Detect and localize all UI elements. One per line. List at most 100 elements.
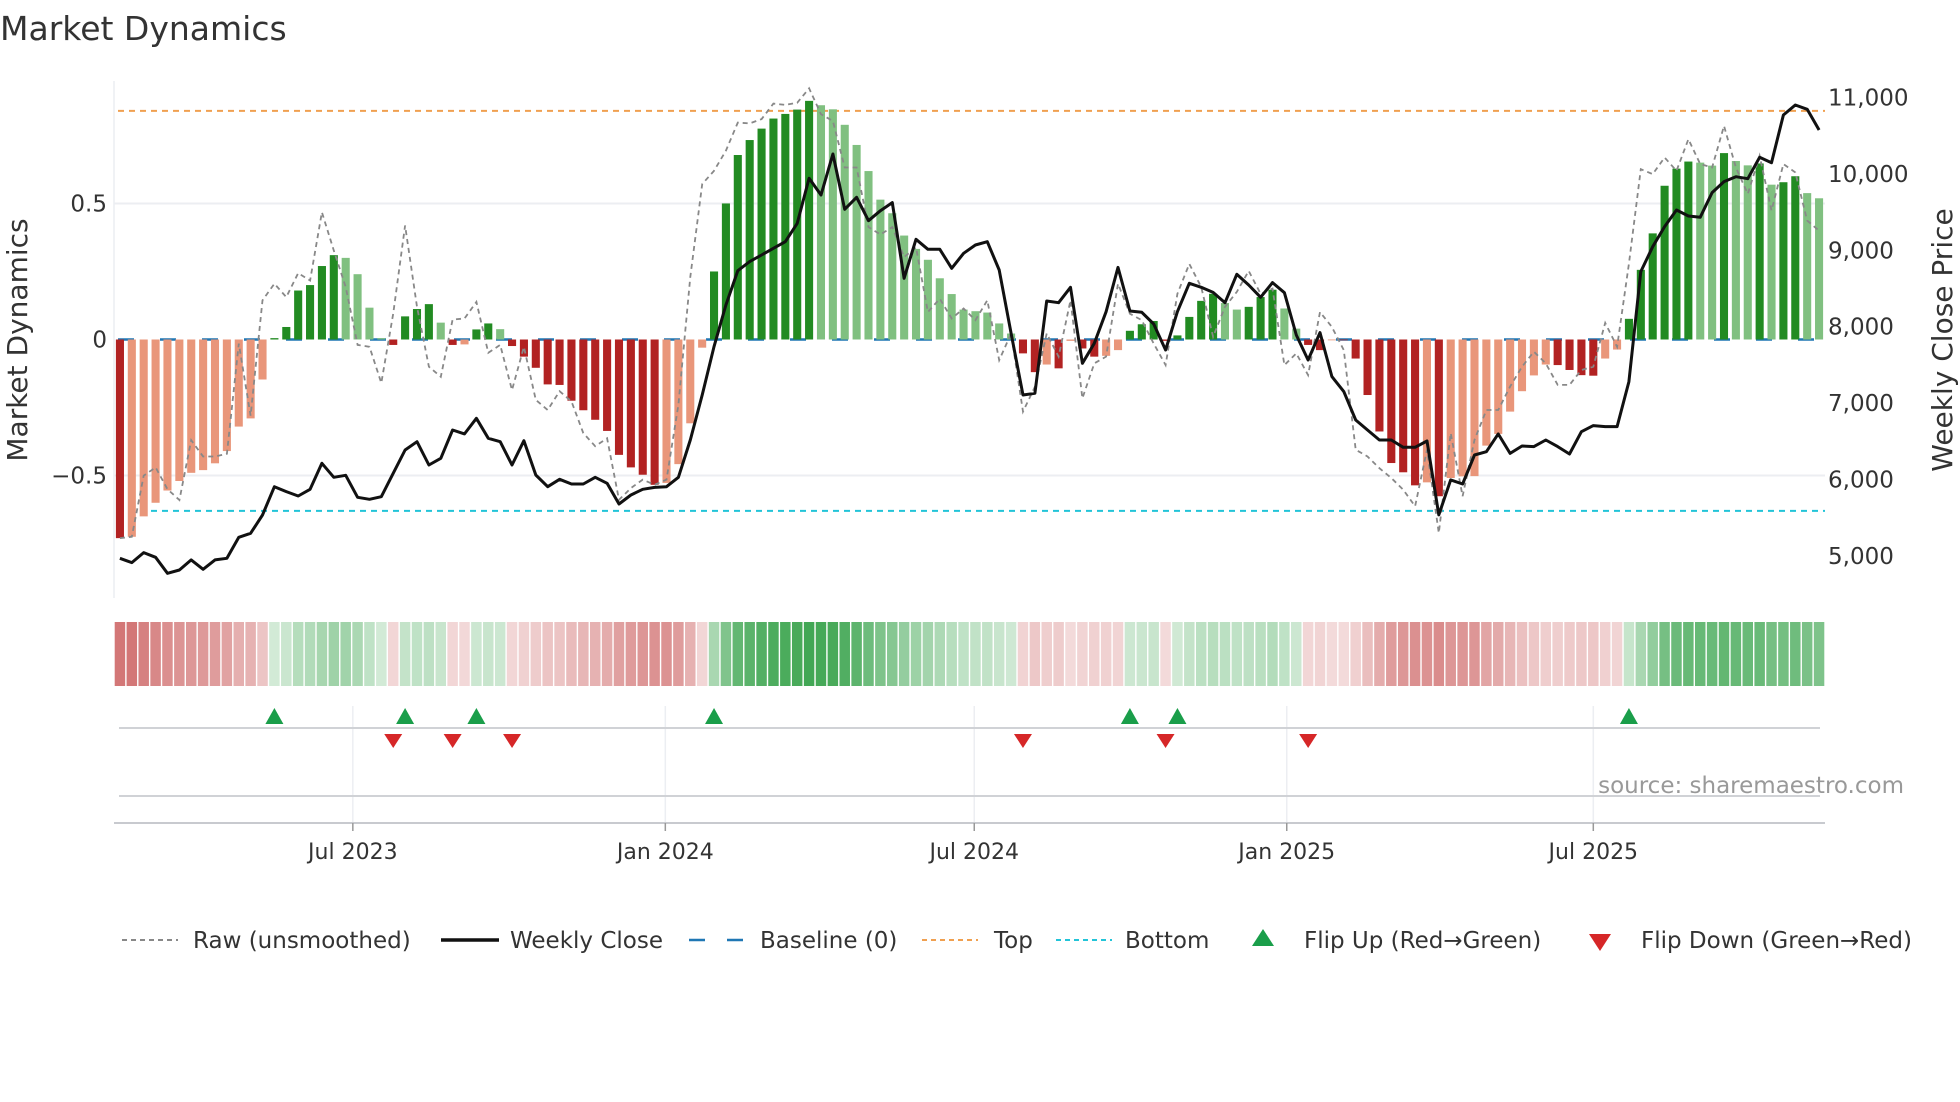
strip-cell (1136, 622, 1148, 686)
dynamics-bar (1209, 293, 1218, 340)
dynamics-bar (828, 109, 837, 340)
dynamics-bar (1684, 161, 1693, 340)
strip-cell (673, 622, 684, 686)
dynamics-bar (1363, 339, 1372, 396)
dynamics-bar (733, 155, 742, 340)
strip-cell (328, 622, 340, 686)
dynamics-bar (769, 118, 778, 340)
dynamics-bar (1815, 198, 1824, 340)
strip-cell (1552, 622, 1563, 686)
dynamics-bar (757, 128, 766, 340)
strip-cell (1611, 622, 1623, 686)
legend-label-bottom: Bottom (1125, 928, 1209, 954)
strip-cell (1338, 622, 1350, 686)
dynamics-bar (151, 339, 160, 503)
strip-cell (780, 622, 791, 686)
dynamics-bar (199, 339, 208, 471)
strip-cell (114, 622, 126, 686)
right-tick-label: 10,000 (1828, 162, 1908, 188)
strip-cell (910, 622, 922, 686)
x-tick-label: Jul 2023 (306, 840, 398, 865)
dynamics-bar (1280, 308, 1289, 340)
flip-up-marker (467, 708, 486, 724)
left-axis-ticks: 0.5 0 −0.5 (51, 191, 107, 489)
reference-lines (118, 109, 1825, 512)
dynamics-bar (1327, 339, 1336, 341)
strip-cell (993, 622, 1005, 686)
dynamics-bar (971, 311, 980, 340)
strip-cell (269, 622, 280, 686)
strip-cell (685, 622, 696, 686)
strip-cell (281, 622, 292, 686)
strip-cell (1635, 622, 1647, 686)
dynamics-bar (163, 339, 172, 491)
x-tick-label: Jul 2024 (927, 840, 1019, 865)
strip-cell (1065, 622, 1076, 686)
flip-down-marker (1299, 734, 1318, 748)
strip-cell (494, 622, 506, 686)
strip-cell (708, 622, 720, 686)
dynamics-bar (781, 113, 790, 340)
strip-cell (1421, 622, 1433, 686)
dynamics-bar (959, 309, 968, 340)
strip-cell (1801, 622, 1813, 686)
legend-label-baseline: Baseline (0) (760, 928, 897, 954)
strip-cell (1588, 622, 1599, 686)
left-tick-label: −0.5 (51, 464, 107, 490)
flip-markers (114, 706, 1825, 824)
legend-flip-up-icon (1252, 929, 1274, 946)
strip-cell (1647, 622, 1658, 686)
strip-cell (1089, 622, 1100, 686)
strip-cell (1017, 622, 1029, 686)
strip-cell (732, 622, 744, 686)
dynamics-bar (1624, 318, 1633, 340)
dynamics-bar (424, 304, 433, 340)
dynamics-bar (1601, 339, 1610, 359)
dynamics-bar (555, 339, 564, 385)
dynamics-bar (187, 339, 196, 473)
strip-cell (875, 622, 886, 686)
dynamics-bar (626, 339, 635, 468)
dynamics-bar (508, 339, 517, 347)
dynamics-bar (591, 339, 600, 420)
dynamics-bar (306, 285, 315, 340)
dynamics-bar (1351, 339, 1360, 359)
strip-cell (554, 622, 565, 686)
dynamics-bar (1054, 339, 1063, 369)
dynamics-bar (579, 339, 588, 411)
strip-cell (1718, 622, 1730, 686)
strip-cell (1362, 622, 1373, 686)
strip-cell (364, 622, 375, 686)
strip-cell (126, 622, 138, 686)
dynamics-bar (294, 290, 303, 340)
strip-cell (1433, 622, 1445, 686)
flip-up-marker (705, 708, 724, 724)
flip-up-marker (1619, 708, 1638, 724)
dynamics-bar (1755, 163, 1764, 340)
strip-cell (898, 622, 910, 686)
strip-cell (399, 622, 411, 686)
strip-cell (411, 622, 423, 686)
dynamics-bar (127, 339, 136, 537)
strip-cell (566, 622, 577, 686)
strip-cell (1754, 622, 1765, 686)
dynamics-bar (1268, 289, 1277, 340)
strip-cell (756, 622, 767, 686)
right-tick-label: 9,000 (1828, 238, 1894, 264)
dynamics-bar (365, 307, 374, 340)
strip-cell (1397, 622, 1409, 686)
strip-cell (376, 622, 387, 686)
strip-cell (815, 622, 827, 686)
dynamics-bar (1173, 335, 1182, 340)
left-tick-label: 0 (92, 328, 107, 354)
dynamics-bar (1387, 339, 1396, 464)
strip-cell (863, 622, 874, 686)
series-lines (119, 86, 1821, 575)
dynamics-bar (603, 339, 612, 431)
legend-label-close: Weekly Close (510, 928, 663, 954)
strip-cell (1742, 622, 1754, 686)
source-credit: source: sharemaestro.com (1598, 773, 1904, 799)
dynamics-bar (412, 309, 422, 340)
dynamics-bar (1672, 168, 1681, 340)
strip-cell (1790, 622, 1801, 686)
